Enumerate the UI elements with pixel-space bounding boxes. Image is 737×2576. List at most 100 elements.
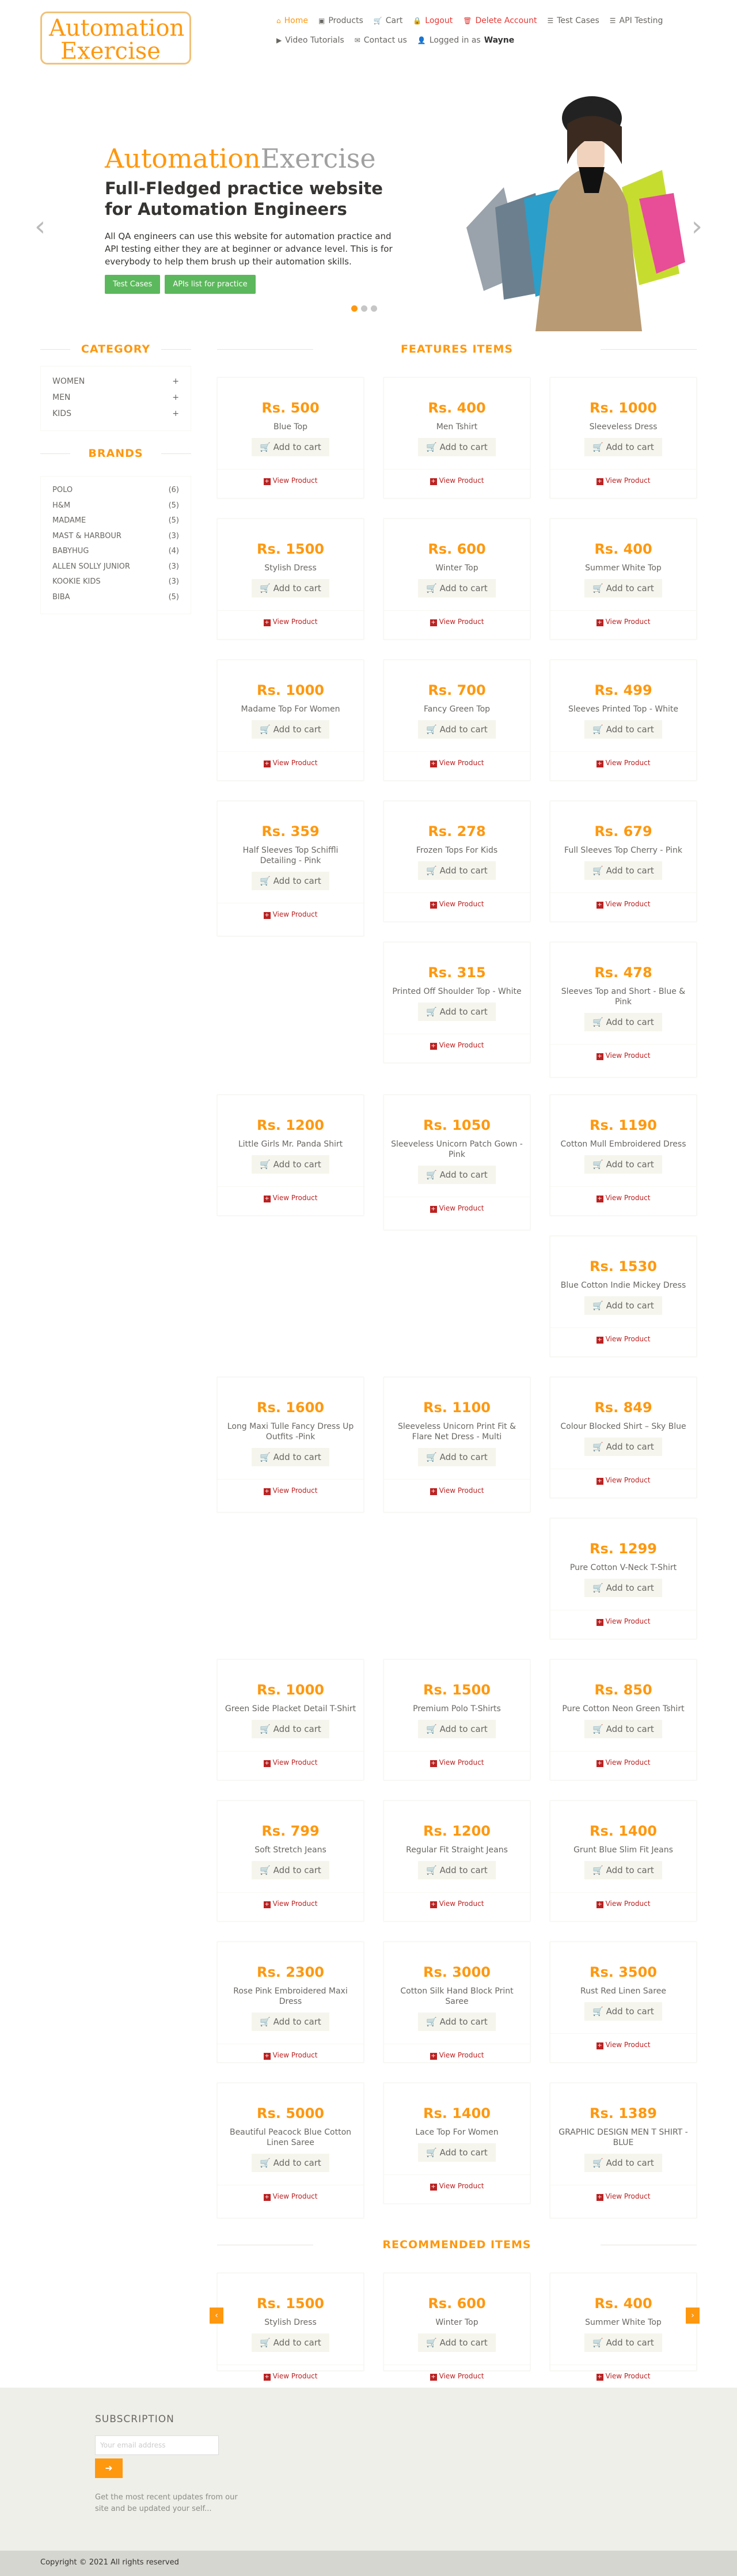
subscribe-button[interactable]: ➜: [95, 2458, 123, 2478]
view-product-link[interactable]: + View Product: [384, 2365, 530, 2388]
view-product-link[interactable]: + View Product: [384, 469, 530, 492]
add-to-cart-button[interactable]: 🛒 Add to cart: [584, 438, 662, 456]
recommended-left-arrow[interactable]: ‹: [210, 2308, 223, 2324]
slider-dot-2[interactable]: [361, 305, 367, 312]
nav-products[interactable]: ▣ Products: [318, 16, 363, 25]
brand-item[interactable]: BIBA (5): [52, 593, 179, 602]
view-product-link[interactable]: + View Product: [550, 892, 696, 916]
nav-test-cases[interactable]: ☰ Test Cases: [547, 16, 599, 25]
view-product-link[interactable]: + View Product: [384, 2174, 530, 2197]
test-cases-button[interactable]: Test Cases: [105, 275, 161, 294]
view-product-link[interactable]: + View Product: [384, 1197, 530, 1220]
view-product-link[interactable]: + View Product: [384, 892, 530, 916]
view-product-link[interactable]: + View Product: [218, 2185, 363, 2208]
view-product-link[interactable]: + View Product: [218, 469, 363, 492]
add-to-cart-button[interactable]: 🛒 Add to cart: [418, 1166, 496, 1184]
view-product-link[interactable]: + View Product: [218, 1479, 363, 1502]
nav-api-testing[interactable]: ☰ API Testing: [610, 16, 663, 25]
add-to-cart-button[interactable]: 🛒 Add to cart: [252, 2013, 329, 2031]
add-to-cart-button[interactable]: 🛒 Add to cart: [418, 1861, 496, 1879]
category-women[interactable]: WOMEN +: [52, 377, 179, 386]
nav-delete-account[interactable]: 🗑 Delete Account: [463, 16, 537, 25]
add-to-cart-button[interactable]: 🛒 Add to cart: [252, 2154, 329, 2172]
add-to-cart-button[interactable]: 🛒 Add to cart: [584, 2002, 662, 2021]
add-to-cart-button[interactable]: 🛒 Add to cart: [584, 1155, 662, 1174]
view-product-link[interactable]: + View Product: [550, 1469, 696, 1492]
add-to-cart-button[interactable]: 🛒 Add to cart: [418, 720, 496, 739]
view-product-link[interactable]: + View Product: [550, 1610, 696, 1633]
add-to-cart-button[interactable]: 🛒 Add to cart: [252, 720, 329, 739]
recommended-right-arrow[interactable]: ›: [686, 2308, 700, 2324]
add-to-cart-button[interactable]: 🛒 Add to cart: [252, 1155, 329, 1174]
brand-item[interactable]: KOOKIE KIDS (3): [52, 577, 179, 586]
view-product-link[interactable]: + View Product: [218, 1751, 363, 1774]
add-to-cart-button[interactable]: 🛒 Add to cart: [584, 2154, 662, 2172]
view-product-link[interactable]: + View Product: [384, 610, 530, 633]
view-product-link[interactable]: + View Product: [550, 2185, 696, 2208]
add-to-cart-button[interactable]: 🛒 Add to cart: [252, 1720, 329, 1738]
nav-contact-us[interactable]: ✉ Contact us: [355, 36, 407, 45]
add-to-cart-button[interactable]: 🛒 Add to cart: [252, 1448, 329, 1466]
add-to-cart-button[interactable]: 🛒 Add to cart: [584, 1296, 662, 1315]
add-to-cart-button[interactable]: 🛒 Add to cart: [584, 579, 662, 597]
view-product-link[interactable]: + View Product: [550, 1186, 696, 1209]
site-logo[interactable]: Automation Exercise: [40, 12, 191, 65]
brand-item[interactable]: BABYHUG (4): [52, 547, 179, 555]
add-to-cart-button[interactable]: 🛒 Add to cart: [418, 1003, 496, 1021]
add-to-cart-button[interactable]: 🛒 Add to cart: [252, 2333, 329, 2352]
view-product-link[interactable]: + View Product: [550, 751, 696, 774]
category-kids[interactable]: KIDS +: [52, 409, 179, 418]
view-product-link[interactable]: + View Product: [384, 2044, 530, 2067]
add-to-cart-button[interactable]: 🛒 Add to cart: [584, 1013, 662, 1031]
add-to-cart-button[interactable]: 🛒 Add to cart: [252, 1861, 329, 1879]
add-to-cart-button[interactable]: 🛒 Add to cart: [252, 872, 329, 890]
view-product-link[interactable]: + View Product: [550, 1751, 696, 1774]
view-product-link[interactable]: + View Product: [218, 903, 363, 926]
view-product-link[interactable]: + View Product: [218, 1186, 363, 1209]
nav-home[interactable]: ⌂ Home: [276, 16, 308, 25]
view-product-link[interactable]: + View Product: [550, 1044, 696, 1067]
view-product-link[interactable]: + View Product: [550, 2033, 696, 2056]
view-product-link[interactable]: + View Product: [218, 751, 363, 774]
slider-dot-3[interactable]: [371, 305, 377, 312]
add-to-cart-button[interactable]: 🛒 Add to cart: [418, 2143, 496, 2162]
nav-cart[interactable]: 🛒 Cart: [374, 16, 403, 25]
view-product-link[interactable]: + View Product: [384, 1034, 530, 1057]
nav-video-tutorials[interactable]: ▶ Video Tutorials: [276, 36, 344, 45]
add-to-cart-button[interactable]: 🛒 Add to cart: [584, 1720, 662, 1738]
view-product-link[interactable]: + View Product: [550, 1327, 696, 1351]
view-product-link[interactable]: + View Product: [218, 610, 363, 633]
view-product-link[interactable]: + View Product: [550, 2365, 696, 2388]
view-product-link[interactable]: + View Product: [550, 610, 696, 633]
add-to-cart-button[interactable]: 🛒 Add to cart: [584, 1579, 662, 1597]
apis-list-button[interactable]: APIs list for practice: [165, 275, 256, 294]
view-product-link[interactable]: + View Product: [384, 751, 530, 774]
view-product-link[interactable]: + View Product: [384, 1479, 530, 1502]
view-product-link[interactable]: + View Product: [384, 1751, 530, 1774]
view-product-link[interactable]: + View Product: [218, 1892, 363, 1915]
add-to-cart-button[interactable]: 🛒 Add to cart: [252, 438, 329, 456]
slider-next-button[interactable]: ›: [692, 210, 702, 243]
view-product-link[interactable]: + View Product: [218, 2044, 363, 2067]
view-product-link[interactable]: + View Product: [550, 1892, 696, 1915]
brand-item[interactable]: MADAME (5): [52, 516, 179, 525]
add-to-cart-button[interactable]: 🛒 Add to cart: [584, 861, 662, 880]
add-to-cart-button[interactable]: 🛒 Add to cart: [418, 438, 496, 456]
subscription-email-input[interactable]: Your email address: [95, 2435, 219, 2455]
add-to-cart-button[interactable]: 🛒 Add to cart: [584, 1438, 662, 1456]
brand-item[interactable]: ALLEN SOLLY JUNIOR (3): [52, 562, 179, 571]
view-product-link[interactable]: + View Product: [550, 469, 696, 492]
category-men[interactable]: MEN +: [52, 393, 179, 402]
add-to-cart-button[interactable]: 🛒 Add to cart: [418, 861, 496, 880]
brand-item[interactable]: MAST & HARBOUR (3): [52, 532, 179, 540]
view-product-link[interactable]: + View Product: [384, 1892, 530, 1915]
add-to-cart-button[interactable]: 🛒 Add to cart: [252, 579, 329, 597]
add-to-cart-button[interactable]: 🛒 Add to cart: [418, 1448, 496, 1466]
slider-prev-button[interactable]: ‹: [35, 210, 45, 243]
view-product-link[interactable]: + View Product: [218, 2365, 363, 2388]
nav-logout[interactable]: 🔒 Logout: [413, 16, 453, 25]
add-to-cart-button[interactable]: 🛒 Add to cart: [584, 2333, 662, 2352]
brand-item[interactable]: H&M (5): [52, 501, 179, 510]
add-to-cart-button[interactable]: 🛒 Add to cart: [418, 2333, 496, 2352]
add-to-cart-button[interactable]: 🛒 Add to cart: [584, 1861, 662, 1879]
